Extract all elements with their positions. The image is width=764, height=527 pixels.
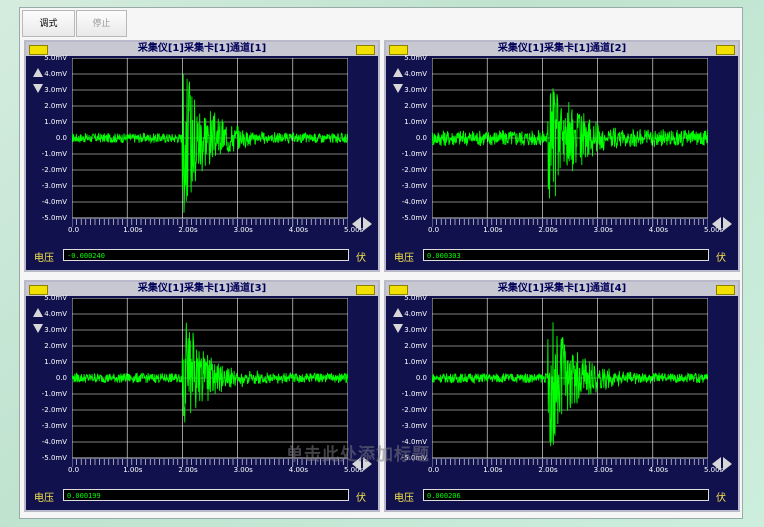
x-tick-label: 4.00s xyxy=(288,226,309,234)
zoom-down-icon[interactable] xyxy=(393,324,403,333)
status-led-icon xyxy=(356,285,375,295)
y-tick-label: -5.0mV xyxy=(41,454,67,462)
channel-panel: 采集仪[1]采集卡[1]通道[2] 5.0mV 4.0mV 3.0mV 2.0mV 1.0… xyxy=(384,40,740,272)
x-tick-label: 1.00s xyxy=(483,226,503,234)
zoom-down-icon[interactable] xyxy=(33,324,43,333)
y-tick-label: 5.0mV xyxy=(44,294,67,302)
x-tick-label: 0.0 xyxy=(428,466,440,474)
y-tick-label: -2.0mV xyxy=(41,406,67,414)
y-tick-label: -4.0mV xyxy=(401,198,427,206)
unit-label: 伏 xyxy=(356,253,366,264)
stop-button[interactable]: 停止 xyxy=(76,10,127,37)
voltage-readout: 0.000303 xyxy=(423,249,709,261)
zoom-up-icon[interactable] xyxy=(393,68,403,77)
channel-panel: 采集仪[1]采集卡[1]通道[1] 5.0mV 4.0mV 3.0mV 2.0mV 1.0… xyxy=(24,40,380,272)
scroll-left-icon[interactable] xyxy=(352,217,361,231)
scroll-right-icon[interactable] xyxy=(723,217,732,231)
voltage-readout: 0.000199 xyxy=(63,489,349,501)
waveform-plot xyxy=(432,58,708,227)
y-tick-label: 0.0 xyxy=(55,134,67,142)
zoom-down-icon[interactable] xyxy=(393,84,403,93)
x-tick-label: 0.0 xyxy=(68,466,80,474)
x-tick-label: 4.00s xyxy=(288,466,309,474)
y-tick-label: 2.0mV xyxy=(44,102,67,110)
x-tick-label: 2.00s xyxy=(538,226,558,234)
y-tick-label: 2.0mV xyxy=(44,342,67,350)
panel-title: 采集仪[1]采集卡[1]通道[2] xyxy=(386,42,738,56)
status-led-icon xyxy=(716,285,735,295)
voltage-label: 电压 xyxy=(34,253,54,264)
x-tick-label: 3.00s xyxy=(233,466,253,474)
x-tick-label: 0.0 xyxy=(428,226,440,234)
voltage-readout: 0.000206 xyxy=(423,489,709,501)
y-tick-label: -4.0mV xyxy=(41,198,67,206)
panel-title: 采集仪[1]采集卡[1]通道[1] xyxy=(26,42,378,56)
zoom-up-icon[interactable] xyxy=(393,308,403,317)
y-tick-label: 0.0 xyxy=(415,374,427,382)
x-tick-label: 2.00s xyxy=(178,466,198,474)
x-tick-label: 3.00s xyxy=(593,226,613,234)
unit-label: 伏 xyxy=(356,493,366,504)
status-led-icon xyxy=(716,45,735,55)
x-tick-label: 2.00s xyxy=(538,466,558,474)
scroll-left-icon[interactable] xyxy=(712,457,721,471)
add-title-watermark[interactable]: 单击此处添加标题 xyxy=(286,440,430,465)
x-tick-label: 1.00s xyxy=(123,226,143,234)
x-tick-label: 2.00s xyxy=(178,226,198,234)
voltage-label: 电压 xyxy=(34,493,54,504)
waveform-plot xyxy=(72,58,348,227)
y-tick-label: 0.0 xyxy=(55,374,67,382)
y-tick-label: -5.0mV xyxy=(401,214,427,222)
y-tick-label: 1.0mV xyxy=(44,358,67,366)
voltage-label: 电压 xyxy=(394,253,414,264)
y-tick-label: -3.0mV xyxy=(41,422,67,430)
channel-panel: 采集仪[1]采集卡[1]通道[4] 5.0mV 4.0mV 3.0mV 2.0mV 1.0… xyxy=(384,280,740,512)
waveform-plot xyxy=(432,298,708,467)
x-tick-label: 4.00s xyxy=(648,226,669,234)
x-tick-label: 1.00s xyxy=(483,466,503,474)
y-tick-label: -1.0mV xyxy=(41,150,67,158)
zoom-down-icon[interactable] xyxy=(33,84,43,93)
y-tick-label: 1.0mV xyxy=(404,358,427,366)
y-tick-label: -3.0mV xyxy=(401,422,427,430)
y-tick-label: 0.0 xyxy=(415,134,427,142)
y-tick-label: -4.0mV xyxy=(41,438,67,446)
unit-label: 伏 xyxy=(716,493,726,504)
channel-panel: 采集仪[1]采集卡[1]通道[3] 5.0mV 4.0mV 3.0mV 2.0mV 1.0… xyxy=(24,280,380,512)
y-tick-label: 5.0mV xyxy=(44,54,67,62)
y-tick-label: 5.0mV xyxy=(404,54,427,62)
voltage-label: 电压 xyxy=(394,493,414,504)
y-tick-label: -2.0mV xyxy=(401,166,427,174)
status-led-icon xyxy=(356,45,375,55)
x-tick-label: 1.00s xyxy=(123,466,143,474)
panel-title: 采集仪[1]采集卡[1]通道[4] xyxy=(386,282,738,296)
zoom-up-icon[interactable] xyxy=(33,68,43,77)
y-tick-label: -3.0mV xyxy=(401,182,427,190)
y-tick-label: -1.0mV xyxy=(41,390,67,398)
y-tick-label: 2.0mV xyxy=(404,342,427,350)
y-tick-label: -2.0mV xyxy=(41,166,67,174)
debug-button[interactable]: 调式 xyxy=(22,10,75,37)
y-tick-label: 1.0mV xyxy=(404,118,427,126)
y-tick-label: 2.0mV xyxy=(404,102,427,110)
y-tick-label: -5.0mV xyxy=(41,214,67,222)
panel-title: 采集仪[1]采集卡[1]通道[3] xyxy=(26,282,378,296)
y-tick-label: -2.0mV xyxy=(401,406,427,414)
voltage-readout: -0.000240 xyxy=(63,249,349,261)
y-tick-label: -1.0mV xyxy=(401,390,427,398)
y-tick-label: -3.0mV xyxy=(41,182,67,190)
x-tick-label: 3.00s xyxy=(593,466,613,474)
scroll-left-icon[interactable] xyxy=(712,217,721,231)
y-tick-label: 5.0mV xyxy=(404,294,427,302)
x-tick-label: 4.00s xyxy=(648,466,669,474)
y-tick-label: 1.0mV xyxy=(44,118,67,126)
unit-label: 伏 xyxy=(716,253,726,264)
y-tick-label: -1.0mV xyxy=(401,150,427,158)
x-tick-label: 3.00s xyxy=(233,226,253,234)
zoom-up-icon[interactable] xyxy=(33,308,43,317)
x-tick-label: 0.0 xyxy=(68,226,80,234)
scroll-right-icon[interactable] xyxy=(363,217,372,231)
scroll-right-icon[interactable] xyxy=(723,457,732,471)
